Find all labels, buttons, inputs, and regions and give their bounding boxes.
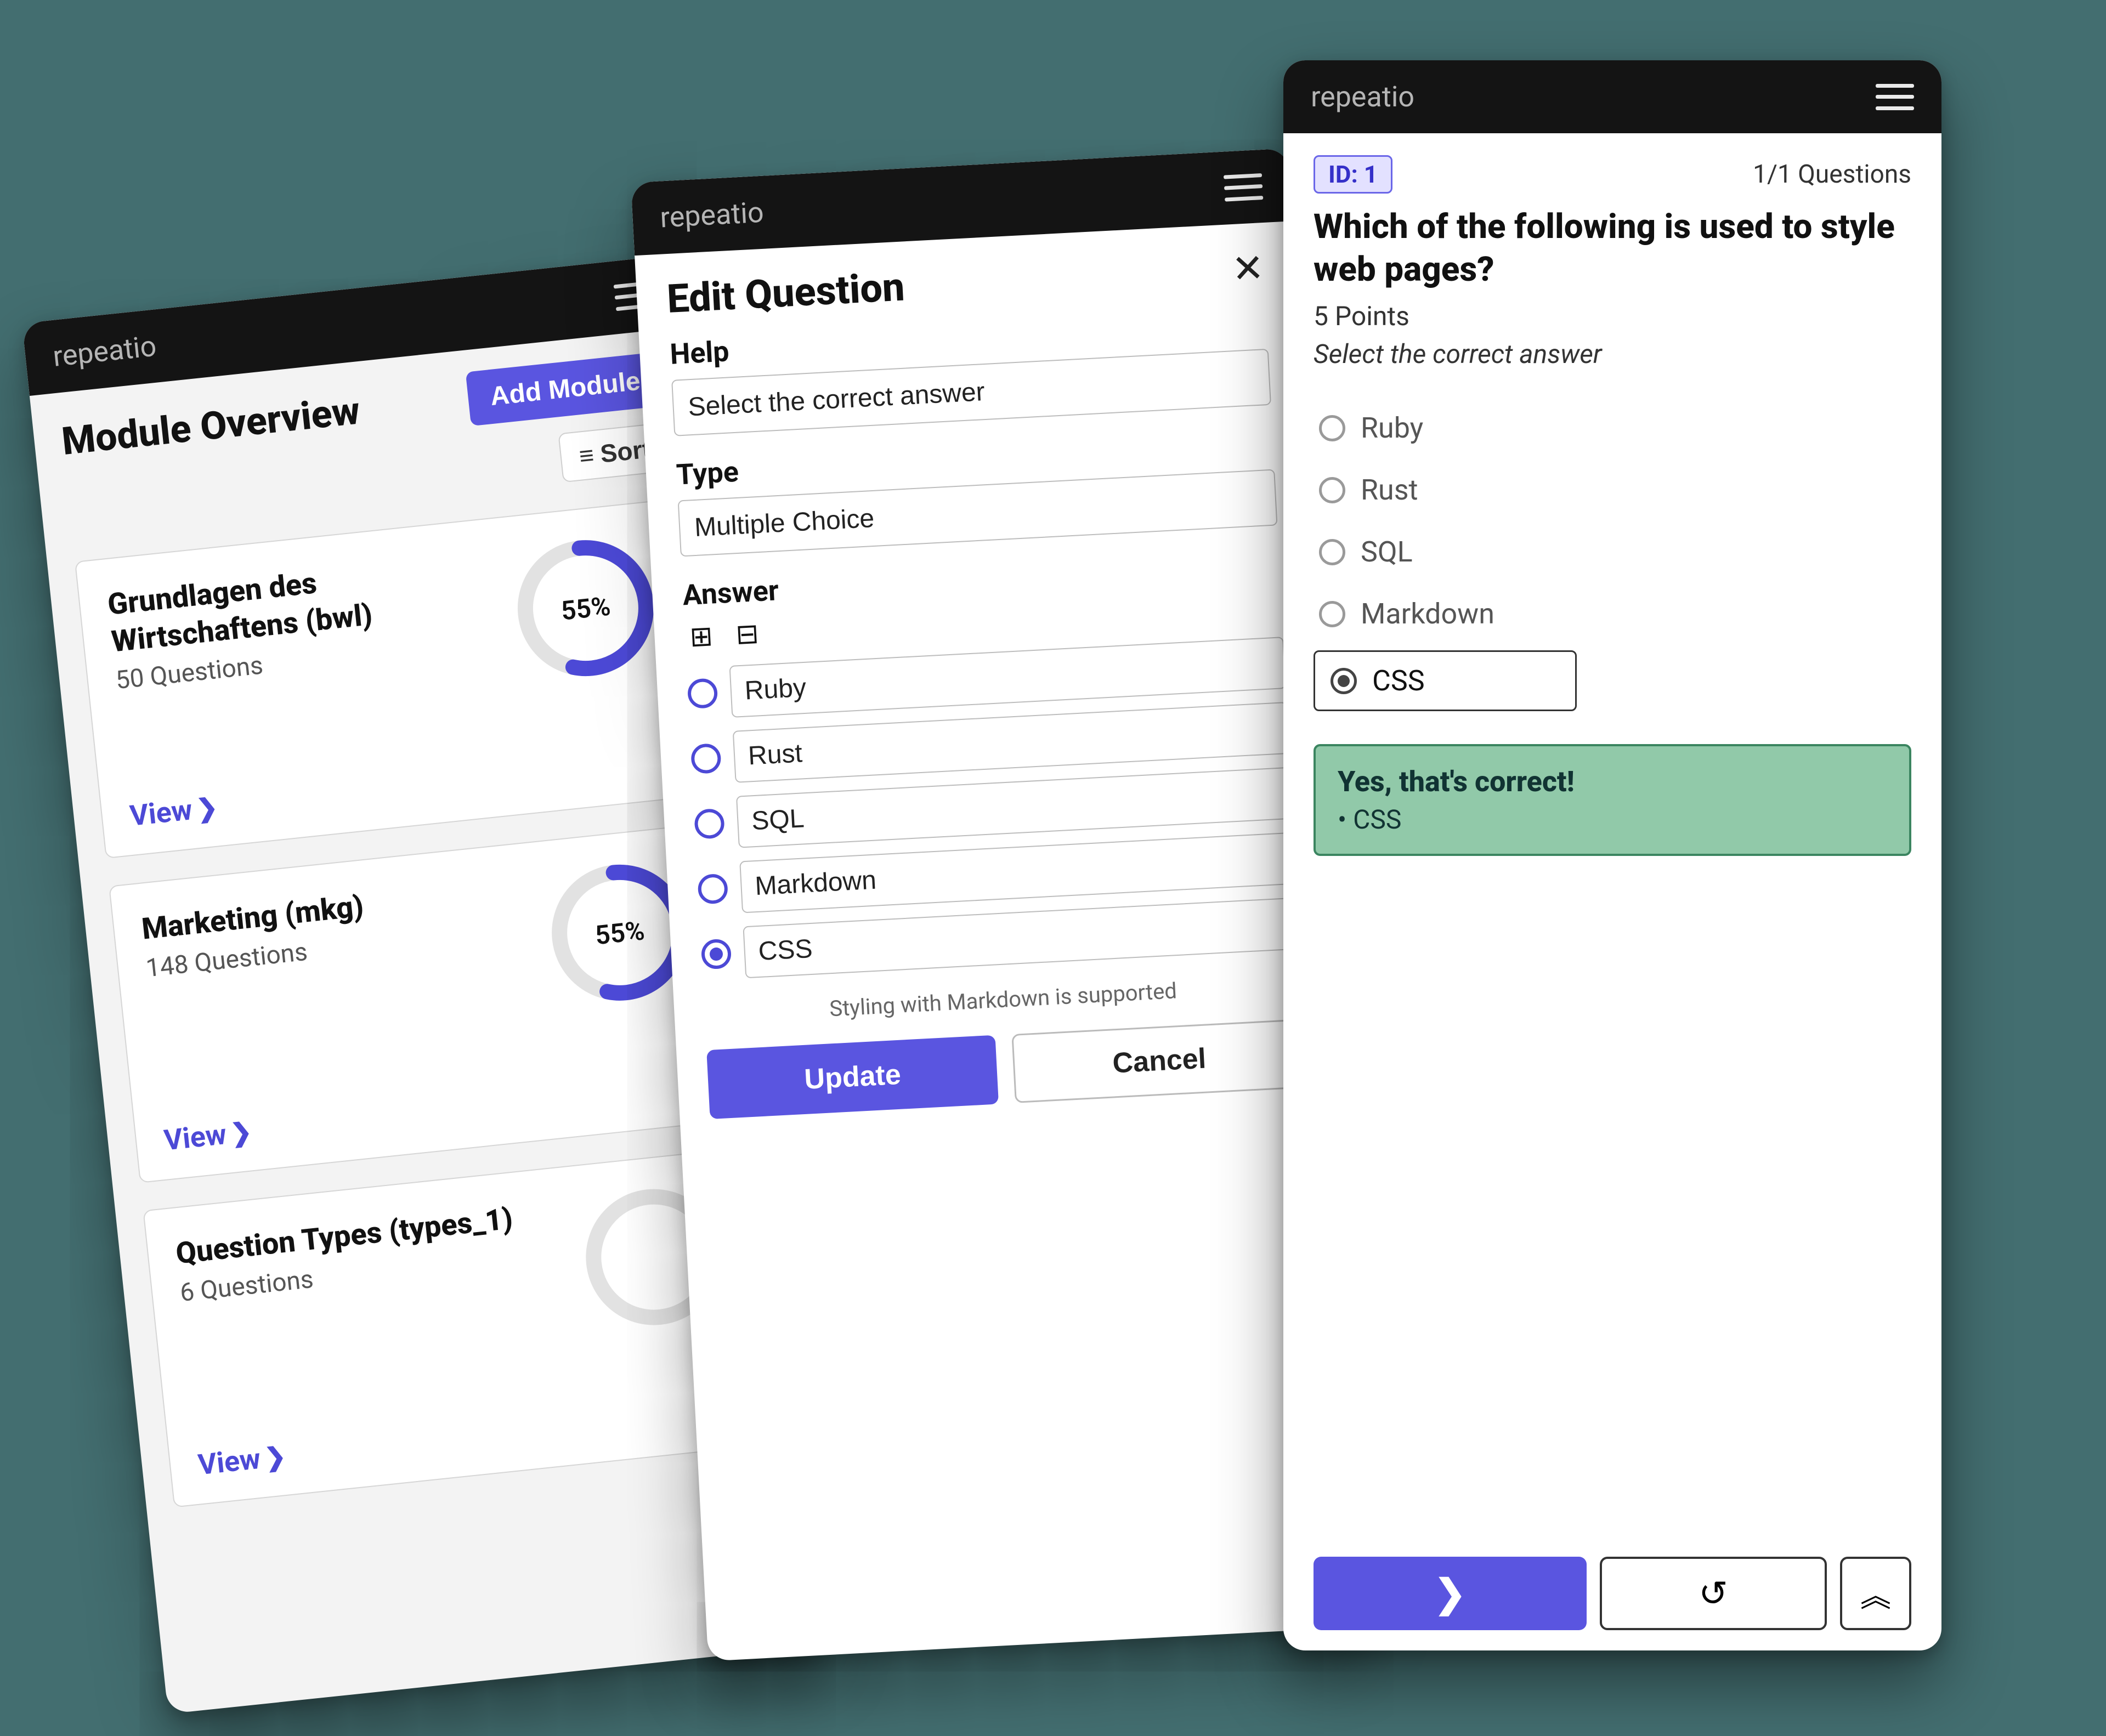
question-points: 5 Points [1314, 300, 1911, 332]
radio-icon [1319, 601, 1345, 627]
update-button[interactable]: Update [706, 1035, 999, 1119]
view-module-link[interactable]: View❯ [196, 1439, 287, 1482]
app-titlebar: repeatio [1283, 60, 1941, 133]
remove-row-icon[interactable]: ⊟ [730, 617, 765, 651]
question-help: Select the correct answer [1314, 338, 1911, 370]
answer-text-input[interactable] [743, 897, 1300, 978]
quiz-option-label: Markdown [1361, 597, 1494, 631]
next-button[interactable]: ❯ [1314, 1557, 1587, 1630]
radio-icon [1331, 668, 1357, 694]
chevron-right-icon: ❯ [229, 1116, 253, 1149]
module-card: Question Types (types_1) 6 Questions Vie… [143, 1148, 774, 1508]
chevron-up-icon: ︽ [1860, 1572, 1891, 1616]
module-card: Grundlagen des Wirtschaftens (bwl) 50 Qu… [75, 498, 706, 859]
feedback-item: • CSS [1338, 804, 1887, 835]
quiz-option[interactable]: SQL [1314, 521, 1911, 583]
question-id-badge: ID: 1 [1314, 155, 1392, 194]
add-module-button[interactable]: Add Module [466, 352, 665, 427]
page-title: Module Overview [60, 388, 362, 464]
feedback-panel: Yes, that's correct! • CSS [1314, 744, 1911, 856]
quiz-option-label: CSS [1372, 664, 1425, 697]
radio-icon [1319, 477, 1345, 503]
answer-correct-radio[interactable] [697, 873, 728, 904]
progress-donut: 55% [507, 530, 664, 687]
quiz-option[interactable]: Rust [1314, 459, 1911, 521]
feedback-title: Yes, that's correct! [1338, 765, 1887, 798]
app-name: repeatio [659, 196, 765, 235]
undo-icon: ↺ [1699, 1573, 1728, 1614]
question-title: Which of the following is used to style … [1314, 206, 1911, 291]
view-module-link[interactable]: View❯ [128, 790, 219, 832]
chevron-right-icon: ❯ [263, 1441, 287, 1473]
answer-correct-radio[interactable] [690, 743, 722, 774]
retry-button[interactable]: ↺ [1600, 1557, 1827, 1630]
answer-text-input[interactable] [739, 832, 1297, 914]
close-icon[interactable]: ✕ [1231, 249, 1265, 289]
radio-icon [1319, 415, 1345, 441]
quiz-option-label: Ruby [1361, 411, 1423, 445]
screen-quiz-question: repeatio ID: 1 1/1 Questions Which of th… [1283, 60, 1941, 1650]
answer-correct-radio[interactable] [694, 808, 725, 839]
quiz-option-label: SQL [1361, 535, 1413, 569]
answer-correct-radio[interactable] [701, 938, 732, 969]
chevron-right-icon: ❯ [1434, 1572, 1467, 1615]
answer-text-input[interactable] [729, 637, 1287, 718]
quiz-option[interactable]: Markdown [1314, 583, 1911, 645]
question-counter: 1/1 Questions [1753, 160, 1911, 189]
app-name: repeatio [52, 330, 158, 373]
app-name: repeatio [1311, 80, 1414, 114]
screen-edit-question: repeatio Edit Question ✕ Help Type Answe… [631, 148, 1366, 1661]
cancel-button[interactable]: Cancel [1011, 1019, 1307, 1103]
menu-icon[interactable] [1876, 84, 1914, 110]
answer-text-input[interactable] [733, 702, 1290, 783]
chevron-right-icon: ❯ [195, 792, 219, 824]
answer-text-input[interactable] [736, 767, 1293, 848]
sort-icon: ≡ [578, 440, 595, 471]
markdown-hint: Styling with Markdown is supported [704, 971, 1303, 1028]
module-card: Marketing (mkg) 148 Questions 55% View❯ [109, 823, 740, 1183]
quiz-option[interactable]: Ruby [1314, 397, 1911, 459]
view-module-link[interactable]: View❯ [162, 1115, 253, 1157]
quiz-option-selected[interactable]: CSS [1314, 650, 1577, 711]
progress-percent: 55% [507, 530, 664, 687]
scroll-top-button[interactable]: ︽ [1840, 1557, 1911, 1630]
menu-icon[interactable] [1224, 173, 1263, 202]
answer-correct-radio[interactable] [687, 678, 718, 709]
add-row-icon[interactable]: ⊞ [684, 619, 718, 654]
radio-icon [1319, 539, 1345, 565]
quiz-option-label: Rust [1361, 473, 1418, 507]
editor-title: Edit Question [666, 263, 905, 322]
